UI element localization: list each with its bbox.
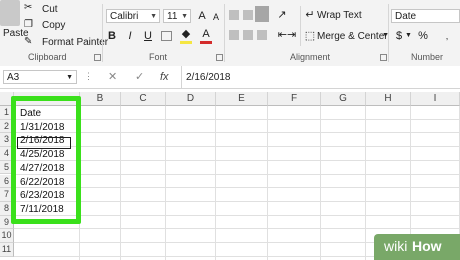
merge-center-icon[interactable]: ⬚ bbox=[304, 29, 316, 43]
indent-icons[interactable]: ⇤⇥ bbox=[276, 28, 298, 42]
column-header-g[interactable]: G bbox=[321, 92, 366, 106]
name-box-value: A3 bbox=[7, 72, 20, 83]
align-right-icon[interactable] bbox=[257, 30, 267, 40]
row-header-10[interactable]: 10 bbox=[0, 229, 14, 243]
alignment-launcher-icon[interactable] bbox=[380, 54, 387, 61]
column-header-d[interactable]: D bbox=[166, 92, 216, 106]
formula-divider bbox=[181, 66, 182, 88]
column-header-c[interactable]: C bbox=[121, 92, 166, 106]
percent-button[interactable]: % bbox=[418, 29, 428, 43]
copy-button[interactable]: Copy bbox=[42, 20, 65, 31]
name-box[interactable]: A3 ▼ bbox=[3, 70, 77, 84]
active-cell-a3[interactable] bbox=[17, 137, 71, 149]
group-separator bbox=[300, 6, 301, 46]
align-center-icon[interactable] bbox=[243, 30, 253, 40]
gridline-vertical bbox=[120, 106, 121, 260]
font-name-value: Calibri bbox=[110, 11, 139, 22]
clipboard-launcher-icon[interactable] bbox=[94, 54, 101, 61]
increase-font-icon[interactable]: A bbox=[196, 9, 208, 23]
enter-icon[interactable]: ✓ bbox=[135, 70, 144, 83]
gridline-horizontal bbox=[14, 228, 460, 230]
font-group-label: Font bbox=[149, 52, 168, 62]
decrease-font-icon[interactable]: A bbox=[211, 10, 221, 24]
more-options-icon: ⋮ bbox=[84, 71, 93, 81]
bold-button[interactable]: B bbox=[106, 29, 118, 43]
fill-color-swatch bbox=[180, 41, 192, 44]
column-header-i[interactable]: I bbox=[411, 92, 460, 106]
gridline-vertical bbox=[365, 106, 366, 260]
top-align-icon[interactable] bbox=[229, 10, 239, 20]
middle-align-icon[interactable] bbox=[243, 10, 253, 20]
number-group-label: Number bbox=[411, 52, 444, 62]
gridline-vertical bbox=[267, 106, 268, 260]
comma-style-icon[interactable]: , bbox=[434, 29, 460, 43]
cancel-icon[interactable]: ✕ bbox=[108, 70, 117, 83]
align-left-icon[interactable] bbox=[229, 30, 239, 40]
font-color-icon[interactable]: A bbox=[200, 27, 212, 41]
format-painter-button[interactable]: Format Painter bbox=[42, 37, 108, 48]
wrap-text-icon[interactable]: ↵ bbox=[304, 8, 316, 22]
gridline-vertical bbox=[215, 106, 216, 260]
font-name-dropdown[interactable]: Calibri ▼ bbox=[106, 9, 160, 23]
underline-button[interactable]: U bbox=[142, 29, 154, 43]
column-header-h[interactable]: H bbox=[366, 92, 411, 106]
alignment-group-label: Alignment bbox=[290, 52, 331, 62]
merge-center-button[interactable]: Merge & Center bbox=[317, 31, 388, 42]
number-format-dropdown[interactable]: Date bbox=[391, 9, 460, 23]
borders-icon[interactable] bbox=[161, 31, 172, 41]
column-header-f[interactable]: F bbox=[268, 92, 321, 106]
italic-button[interactable]: I bbox=[124, 29, 136, 43]
watermark-logo: wiki How bbox=[374, 234, 460, 260]
watermark-wiki: wiki bbox=[384, 238, 408, 254]
format-painter-icon: ✎ bbox=[24, 36, 33, 47]
bottom-align-icon[interactable] bbox=[255, 6, 269, 22]
wrap-text-button[interactable]: Wrap Text bbox=[317, 10, 362, 21]
orientation-icon[interactable]: ↗ bbox=[276, 8, 288, 22]
watermark-how: How bbox=[412, 238, 442, 254]
chevron-down-icon: ▼ bbox=[181, 13, 188, 20]
font-launcher-icon[interactable] bbox=[216, 54, 223, 61]
font-color-swatch bbox=[200, 41, 212, 44]
chevron-down-icon: ▼ bbox=[66, 74, 73, 81]
number-format-value: Date bbox=[395, 11, 417, 22]
paste-icon[interactable] bbox=[0, 0, 20, 26]
group-separator bbox=[224, 4, 225, 62]
fx-icon[interactable]: fx bbox=[160, 71, 169, 83]
row-header-11[interactable]: 11 bbox=[0, 243, 14, 257]
chevron-down-icon: ▼ bbox=[150, 13, 157, 20]
font-size-dropdown[interactable]: 11 ▼ bbox=[163, 9, 191, 23]
group-separator bbox=[388, 4, 389, 62]
formula-input[interactable]: 2/16/2018 bbox=[186, 72, 231, 83]
fill-color-icon[interactable]: ◆ bbox=[180, 27, 192, 41]
cut-button[interactable]: Cut bbox=[42, 4, 58, 15]
clipboard-group-label: Clipboard bbox=[28, 52, 67, 62]
group-separator bbox=[102, 4, 103, 62]
copy-icon: ❐ bbox=[24, 19, 33, 30]
scissors-icon: ✂ bbox=[24, 2, 33, 13]
font-size-value: 11 bbox=[167, 11, 178, 22]
chevron-down-icon[interactable]: ▼ bbox=[405, 32, 412, 39]
highlight-box bbox=[11, 96, 81, 224]
column-header-e[interactable]: E bbox=[216, 92, 268, 106]
gridline-vertical bbox=[165, 106, 166, 260]
gridline-vertical bbox=[320, 106, 321, 260]
column-header-b[interactable]: B bbox=[80, 92, 121, 106]
currency-button[interactable]: $ bbox=[394, 29, 404, 43]
